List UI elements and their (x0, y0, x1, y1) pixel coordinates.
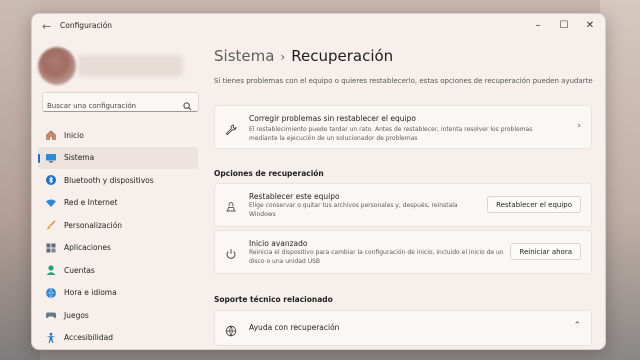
advanced-startup-icon (225, 245, 237, 264)
wifi-icon (45, 197, 57, 209)
settings-window: ← Configuración – ☐ ✕ Inicio Sistema (31, 13, 606, 350)
accessibility-icon (45, 332, 57, 344)
desktop-wallpaper-right (600, 0, 640, 360)
sidebar-item-bluetooth[interactable]: Bluetooth y dispositivos (38, 169, 198, 192)
profile-name-blurred (78, 55, 183, 77)
fix-problems-description: El restablecimiento puede tardar un rato… (249, 126, 533, 142)
sidebar-item-red[interactable]: Red e Internet (38, 192, 198, 215)
person-icon (45, 264, 57, 276)
advanced-startup-description: Reinicia el dispositivo para cambiar la … (249, 249, 504, 265)
page-subtitle: Si tienes problemas con el equipo o quie… (214, 77, 593, 85)
reset-pc-description: Elige conservar o quitar tus archivos pe… (249, 202, 458, 218)
reset-pc-button[interactable]: Restablecer el equipo (487, 196, 581, 213)
search-input[interactable] (43, 98, 177, 114)
breadcrumb-parent[interactable]: Sistema (214, 47, 274, 65)
maximize-button[interactable]: ☐ (553, 18, 575, 34)
globe-icon (225, 322, 237, 341)
sidebar-item-inicio[interactable]: Inicio (38, 124, 198, 147)
sidebar-item-sistema[interactable]: Sistema (38, 146, 198, 169)
monitor-icon (45, 152, 57, 164)
sidebar-item-hora-idioma[interactable]: Hora e idioma (38, 282, 198, 305)
related-support-heading: Soporte técnico relacionado (214, 295, 333, 304)
recovery-help-card[interactable]: Ayuda con recuperación ⌃ (214, 310, 592, 346)
chevron-right-icon: › (577, 121, 581, 131)
app-title: Configuración (60, 21, 113, 30)
gamepad-icon (45, 309, 57, 321)
bluetooth-icon (45, 174, 57, 186)
restart-now-button[interactable]: Reiniciar ahora (510, 243, 581, 260)
sidebar-item-accesibilidad[interactable]: Accesibilidad (38, 327, 198, 350)
avatar (38, 47, 76, 85)
advanced-startup-card: Inicio avanzado Reinicia el dispositivo … (214, 230, 592, 274)
close-button[interactable]: ✕ (579, 18, 601, 34)
sidebar-item-personalizacion[interactable]: Personalización (38, 214, 198, 237)
wrench-icon (225, 121, 237, 140)
reset-pc-icon (225, 199, 237, 218)
breadcrumb: Sistema › Recuperación (214, 47, 393, 65)
fix-problems-title: Corregir problemas sin restablecer el eq… (249, 114, 416, 123)
recovery-options-heading: Opciones de recuperación (214, 169, 324, 178)
sidebar-item-aplicaciones[interactable]: Aplicaciones (38, 237, 198, 260)
breadcrumb-separator: › (280, 50, 286, 64)
brush-icon (45, 219, 57, 231)
reset-pc-card: Restablecer este equipo Elige conservar … (214, 183, 592, 227)
search-icon[interactable] (183, 96, 192, 115)
advanced-startup-title: Inicio avanzado (249, 239, 308, 248)
recovery-help-title: Ayuda con recuperación (249, 323, 340, 332)
fix-problems-card[interactable]: Corregir problemas sin restablecer el eq… (214, 105, 592, 149)
home-icon (45, 129, 57, 141)
chevron-up-icon[interactable]: ⌃ (573, 321, 581, 331)
reset-pc-title: Restablecer este equipo (249, 192, 340, 201)
sidebar-nav: Inicio Sistema Bluetooth y dispositivos … (38, 124, 198, 349)
apps-icon (45, 242, 57, 254)
user-profile[interactable] (38, 47, 188, 87)
back-arrow-icon[interactable]: ← (42, 20, 51, 33)
globe-clock-icon (45, 287, 57, 299)
title-bar: ← Configuración – ☐ ✕ (32, 14, 605, 40)
active-indicator (38, 153, 40, 163)
sidebar-item-juegos[interactable]: Juegos (38, 304, 198, 327)
page-title: Recuperación (291, 47, 394, 65)
search-box[interactable] (42, 92, 199, 115)
minimize-button[interactable]: – (527, 18, 549, 34)
sidebar-item-cuentas[interactable]: Cuentas (38, 259, 198, 282)
